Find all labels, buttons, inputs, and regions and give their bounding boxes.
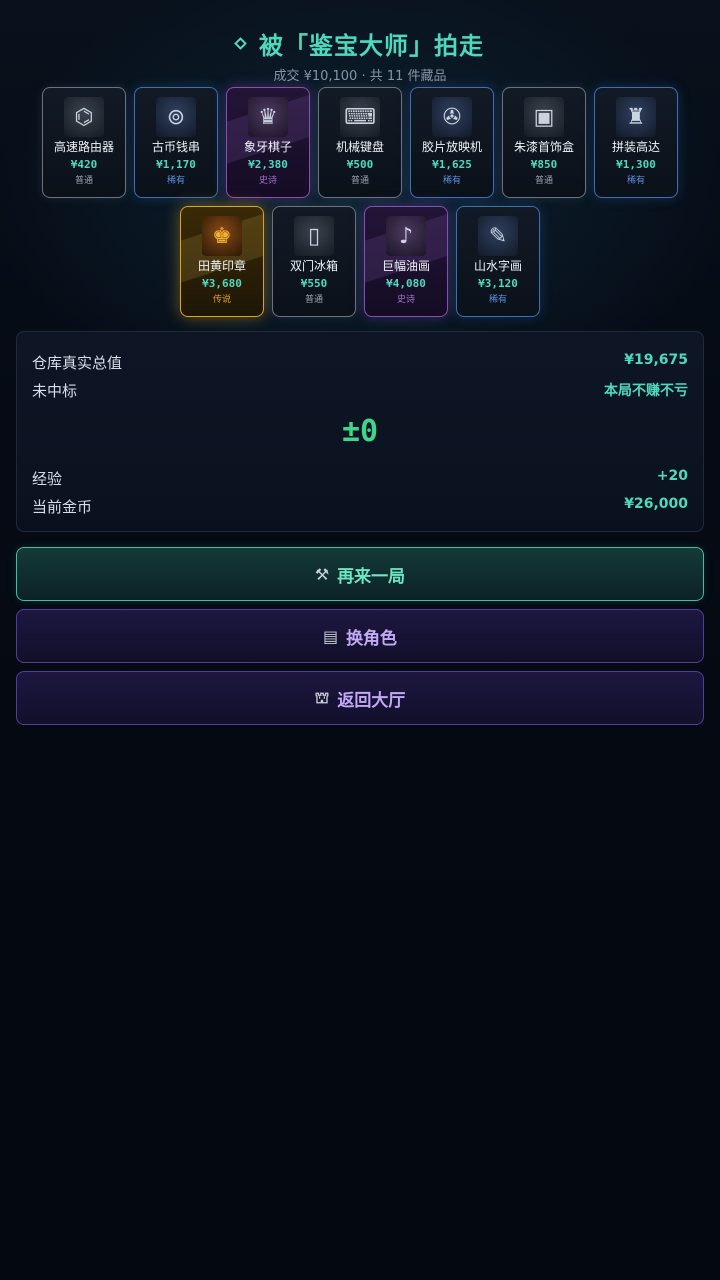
- item-rarity: 稀有: [442, 176, 461, 186]
- back-lobby-button-label: 返回大厅: [337, 690, 406, 711]
- item-card[interactable]: ▯ 双门冰箱 ¥550 普通: [272, 206, 356, 317]
- item-rarity: 稀有: [626, 176, 645, 186]
- item-name: 高速路由器: [53, 140, 114, 154]
- lobby-icon: ⛫: [314, 687, 330, 707]
- warehouse-value: ¥19,675: [624, 352, 688, 368]
- router-icon: ⌬: [64, 97, 104, 137]
- item-rarity: 史诗: [396, 295, 415, 305]
- item-rarity: 稀有: [166, 176, 185, 186]
- item-price: ¥1,625: [432, 158, 472, 171]
- switch-role-button-label: 换角色: [346, 628, 398, 649]
- item-card[interactable]: ⌨ 机械键盘 ¥500 普通: [318, 87, 402, 198]
- result-header: 被「鉴宝大师」拍走 成交 ¥10,100 · 共 11 件藏品: [0, 26, 720, 84]
- item-card[interactable]: ♚ 田黄印章 ¥3,680 传说: [180, 206, 264, 317]
- item-card[interactable]: ♛ 象牙棋子 ¥2,380 史诗: [226, 87, 310, 198]
- item-name: 象牙棋子: [243, 140, 292, 154]
- keyboard-icon: ⌨: [340, 97, 380, 137]
- item-rarity: 史诗: [258, 176, 277, 186]
- item-card[interactable]: ♪ 巨幅油画 ¥4,080 史诗: [364, 206, 448, 317]
- back-lobby-button[interactable]: ⛫ 返回大厅: [16, 671, 704, 725]
- item-row-2: ♚ 田黄印章 ¥3,680 传说 ▯ 双门冰箱 ¥550 普通 ♪ 巨幅油画 ¥4,080 史诗 …: [0, 206, 720, 317]
- profit-delta: ±0: [341, 414, 379, 449]
- warehouse-value-row: 仓库真实总值 ¥19,675: [32, 352, 688, 373]
- item-name: 朱漆首饰盒: [513, 140, 574, 154]
- item-name: 古币钱串: [151, 140, 200, 154]
- hammer-icon: ⚒: [314, 564, 330, 584]
- item-card[interactable]: ⌬ 高速路由器 ¥420 普通: [42, 87, 126, 198]
- item-card[interactable]: ✇ 胶片放映机 ¥1,625 稀有: [410, 87, 494, 198]
- deal-summary: 成交 ¥10,100 · 共 11 件藏品: [273, 69, 447, 84]
- item-rarity: 普通: [74, 176, 93, 186]
- item-row-1: ⌬ 高速路由器 ¥420 普通 ⊚ 古币钱串 ¥1,170 稀有 ♛ 象牙棋子 ¥2,380 史诗…: [0, 87, 720, 198]
- replay-button[interactable]: ⚒ 再来一局: [16, 547, 704, 601]
- replay-button-label: 再来一局: [337, 566, 406, 587]
- film-projector-icon: ✇: [432, 97, 472, 137]
- item-price: ¥1,300: [616, 158, 656, 171]
- item-rarity: 传说: [212, 295, 231, 305]
- result-title: 被「鉴宝大师」拍走: [234, 26, 484, 61]
- exp-row: 经验 +20: [32, 468, 688, 489]
- jewelry-box-icon: ▣: [524, 97, 564, 137]
- item-name: 双门冰箱: [289, 259, 338, 273]
- bid-result-label: 未中标: [32, 382, 78, 400]
- item-rarity: 普通: [534, 176, 553, 186]
- item-grid: ⌬ 高速路由器 ¥420 普通 ⊚ 古币钱串 ¥1,170 稀有 ♛ 象牙棋子 ¥2,380 史诗…: [0, 87, 720, 325]
- bid-result-row: 未中标 本局不赚不亏: [32, 380, 688, 401]
- item-rarity: 稀有: [488, 295, 507, 305]
- item-name: 田黄印章: [197, 259, 246, 273]
- item-card[interactable]: ⊚ 古币钱串 ¥1,170 稀有: [134, 87, 218, 198]
- exp-label: 经验: [32, 470, 63, 488]
- item-price: ¥850: [530, 158, 558, 171]
- item-price: ¥3,680: [202, 277, 242, 290]
- item-rarity: 普通: [350, 176, 369, 186]
- item-name: 机械键盘: [335, 140, 384, 154]
- item-price: ¥500: [346, 158, 374, 171]
- item-price: ¥2,380: [248, 158, 288, 171]
- exp-value: +20: [656, 468, 688, 484]
- item-price: ¥4,080: [386, 277, 426, 290]
- item-price: ¥1,170: [156, 158, 196, 171]
- item-price: ¥3,120: [478, 277, 518, 290]
- item-card[interactable]: ♜ 拼装高达 ¥1,300 稀有: [594, 87, 678, 198]
- item-price: ¥550: [300, 277, 328, 290]
- chess-piece-icon: ♛: [248, 97, 288, 137]
- switch-role-button[interactable]: ▤ 换角色: [16, 609, 704, 663]
- fridge-icon: ▯: [294, 216, 334, 256]
- item-rarity: 普通: [304, 295, 323, 305]
- result-title-text: 被「鉴宝大师」拍走: [259, 32, 484, 60]
- diamond-icon: [234, 37, 247, 50]
- item-card[interactable]: ✎ 山水字画 ¥3,120 稀有: [456, 206, 540, 317]
- coins-label: 当前金币: [32, 498, 93, 516]
- scroll-painting-icon: ✎: [478, 216, 518, 256]
- item-price: ¥420: [70, 158, 98, 171]
- item-name: 拼装高达: [611, 140, 660, 154]
- item-name: 胶片放映机: [421, 140, 482, 154]
- settlement-panel: 仓库真实总值 ¥19,675 未中标 本局不赚不亏 ±0 经验 +20 当前金币…: [16, 331, 704, 532]
- bid-result-value: 本局不赚不亏: [604, 383, 688, 399]
- robot-model-icon: ♜: [616, 97, 656, 137]
- coins-value: ¥26,000: [624, 496, 688, 512]
- seal-stamp-icon: ♚: [202, 216, 242, 256]
- item-name: 山水字画: [473, 259, 522, 273]
- item-card[interactable]: ▣ 朱漆首饰盒 ¥850 普通: [502, 87, 586, 198]
- piano-painting-icon: ♪: [386, 216, 426, 256]
- warehouse-value-label: 仓库真实总值: [32, 354, 123, 372]
- item-name: 巨幅油画: [381, 259, 430, 273]
- coins-row: 当前金币 ¥26,000: [32, 496, 688, 517]
- coin-string-icon: ⊚: [156, 97, 196, 137]
- role-card-icon: ▤: [322, 626, 339, 646]
